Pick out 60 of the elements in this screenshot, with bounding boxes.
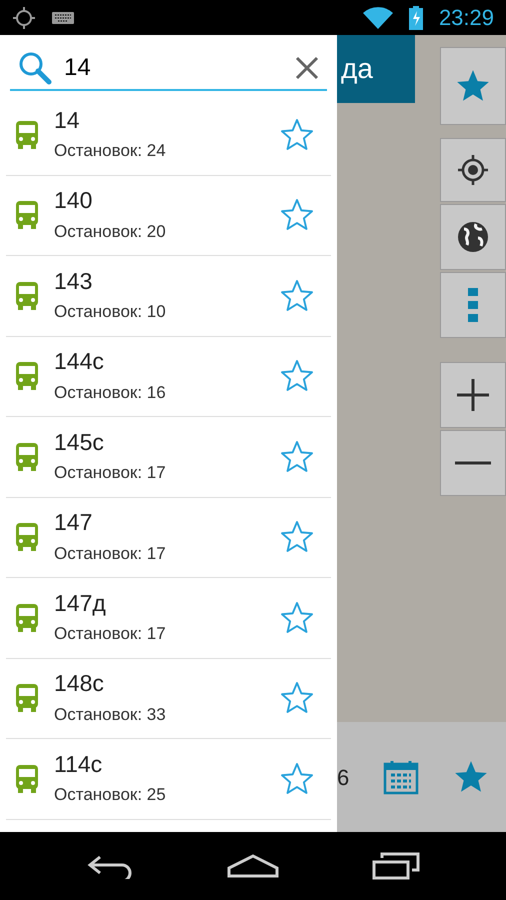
bus-icon	[14, 521, 40, 554]
bus-icon	[14, 682, 40, 714]
bus-icon	[14, 440, 40, 473]
plus-icon	[455, 377, 491, 413]
globe-icon	[456, 220, 490, 254]
locate-button[interactable]	[440, 138, 506, 202]
route-number: 114с	[54, 750, 104, 778]
search-input[interactable]: 14	[64, 50, 283, 86]
stop-count: Остановок: 17	[54, 542, 167, 565]
stop-count: Остановок: 17	[54, 623, 167, 646]
keyboard-icon	[52, 12, 74, 24]
route-number: 145с	[54, 428, 105, 456]
route-item[interactable]: 147 Остановок: 17	[6, 498, 331, 578]
bus-icon	[14, 602, 40, 634]
route-number: 14	[54, 106, 81, 134]
bus-icon	[14, 360, 40, 392]
zoom-out-button[interactable]	[440, 430, 506, 496]
globe-button[interactable]	[440, 204, 506, 270]
route-item[interactable]: 147д Остановок: 17	[6, 578, 331, 658]
more-icon	[468, 288, 478, 322]
header-title: да	[341, 52, 373, 86]
route-item[interactable]: 143 Остановок: 10	[6, 256, 331, 336]
recent-apps-icon[interactable]	[372, 852, 420, 880]
stop-count: Остановок: 10	[54, 301, 167, 324]
battery-icon	[408, 6, 423, 30]
route-item[interactable]: 14 Остановок: 24	[6, 95, 331, 176]
location-icon	[456, 153, 490, 187]
stop-count: Остановок: 16	[54, 382, 167, 404]
bus-icon	[14, 762, 40, 795]
location-icon	[12, 6, 36, 30]
search-field[interactable]: 14	[10, 47, 327, 91]
bus-icon	[14, 199, 40, 232]
zoom-in-button[interactable]	[440, 362, 506, 428]
close-icon[interactable]	[295, 56, 319, 80]
home-icon[interactable]	[226, 854, 279, 878]
bus-icon	[14, 118, 40, 151]
favorites-button[interactable]	[440, 47, 506, 125]
wifi-icon	[362, 6, 393, 28]
route-item[interactable]: 140 Остановок: 20	[6, 176, 331, 256]
route-number: 148с	[54, 669, 105, 698]
stop-count: Остановок: 33	[54, 704, 167, 726]
bus-icon	[14, 280, 40, 312]
clock: 23:29	[438, 4, 494, 32]
route-item[interactable]: 144с Остановок: 16	[6, 336, 331, 417]
stop-count: Остановок: 20	[54, 220, 167, 243]
stop-count: Остановок: 25	[54, 784, 167, 806]
route-number: 147д	[54, 588, 107, 618]
minus-icon	[455, 461, 491, 465]
search-icon	[18, 51, 52, 85]
route-item[interactable]: 114с Остановок: 25	[6, 739, 331, 820]
route-number: 140	[54, 186, 94, 215]
route-item[interactable]: 148с Остановок: 33	[6, 658, 331, 739]
route-number: 147	[54, 508, 94, 537]
route-number: 143	[54, 266, 94, 296]
back-icon[interactable]	[86, 853, 134, 879]
route-number: 144с	[54, 347, 105, 376]
stop-count: Остановок: 17	[54, 462, 167, 484]
route-item[interactable]: 145с Остановок: 17	[6, 417, 331, 498]
bottom-count: 6	[337, 764, 350, 792]
stop-count: Остановок: 24	[54, 140, 167, 162]
